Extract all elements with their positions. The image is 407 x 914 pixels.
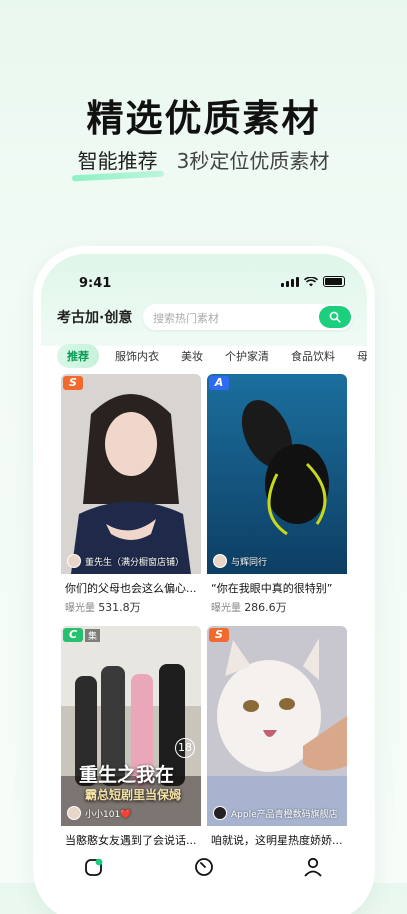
card-stat: 曝光量 531.8万 (65, 599, 141, 615)
search-bar[interactable]: 搜索热门素材 (143, 304, 353, 330)
search-icon (329, 311, 341, 323)
profile-icon[interactable] (302, 856, 324, 878)
phone-mockup: 9:41 考古加·创意 搜索热门素材 推荐 服饰内衣 美妆 个护家清 食品饮料 … (41, 254, 367, 914)
wifi-icon (304, 276, 318, 286)
search-button[interactable] (319, 306, 351, 328)
card-stat: 曝光量 286.6万 (211, 599, 287, 615)
poster-title: 重生之我在 (79, 764, 175, 786)
search-placeholder[interactable]: 搜索热门素材 (153, 310, 219, 326)
signal-icon (281, 276, 299, 287)
author-name: 与辉同行 (231, 557, 268, 568)
tab-apparel[interactable]: 服饰内衣 (115, 348, 159, 364)
avatar (67, 806, 81, 820)
hero-title: 精选优质素材 (86, 97, 321, 140)
card-title[interactable]: 当憨憨女友遇到了会说话... (65, 832, 199, 848)
avatar (67, 554, 81, 568)
card-author: 董先生（满分橱窗店铺） (67, 554, 184, 568)
avatar (213, 806, 227, 820)
hero-subtitle: 智能推荐 3秒定位优质素材 (0, 145, 407, 174)
card-author: Apple产品青橙数码旗舰店 (213, 806, 338, 820)
tab-food[interactable]: 食品饮料 (291, 348, 335, 364)
card-title[interactable]: 你们的父母也会这么偏心... (65, 580, 199, 596)
cat-image (207, 626, 347, 826)
bottom-nav (41, 848, 367, 914)
tab-recommend[interactable]: 推荐 (57, 344, 99, 368)
phone-header-bg (41, 254, 367, 346)
card-author: 与辉同行 (213, 554, 267, 568)
card-thumbnail[interactable]: A 与辉同行 (207, 374, 347, 574)
hero-subtitle-highlight: 智能推荐 (77, 149, 158, 173)
home-icon[interactable] (84, 856, 106, 878)
tab-baby[interactable]: 母婴 (357, 348, 367, 364)
tab-beauty[interactable]: 美妆 (181, 348, 203, 364)
woman-portrait-image (61, 374, 201, 574)
grade-badge: S (63, 376, 83, 390)
avatar (213, 554, 227, 568)
card-thumbnail[interactable]: S Apple产品青橙数码旗舰店 (207, 626, 347, 826)
category-tabs: 推荐 服饰内衣 美妆 个护家清 食品饮料 母婴 (57, 344, 367, 368)
app-bar: 考古加·创意 搜索热门素材 (57, 304, 353, 330)
author-name: 小小101❤️ (85, 809, 132, 820)
status-icons (281, 276, 345, 287)
stat-label: 曝光量 (211, 603, 241, 614)
card-title[interactable]: 咱就说，这明星热度娇娇... (211, 832, 345, 848)
grade-badge: C (63, 628, 83, 642)
stat-value: 286.6万 (244, 601, 287, 614)
stat-value: 531.8万 (98, 601, 141, 614)
status-time: 9:41 (79, 276, 112, 291)
card-title[interactable]: “你在我眼中真的很特别” (211, 580, 345, 596)
grade-badge: S (209, 628, 229, 642)
poster-subtitle: 霸总短剧里当保姆 (85, 788, 182, 802)
grade-badge: A (209, 376, 229, 390)
diver-image (207, 374, 347, 574)
battery-icon (323, 276, 345, 287)
content-card[interactable]: S Apple产品青橙数码旗舰店 咱就说，这明星热度娇娇... (207, 626, 347, 871)
card-thumbnail[interactable]: C 集 18 重生之我在 霸总短剧里当保姆 小小101❤️ (61, 626, 201, 826)
hero-subtitle-rest: 3秒定位优质素材 (176, 149, 330, 173)
card-author: 小小101❤️ (67, 806, 131, 820)
content-card[interactable]: A 与辉同行 “你在我眼中真的很特别” 曝光量 286.6万 (207, 374, 347, 619)
content-card[interactable]: C 集 18 重生之我在 霸总短剧里当保姆 小小101❤️ 当憨憨女友遇到了会说… (61, 626, 201, 871)
card-thumbnail[interactable]: S 董先生（满分橱窗店铺） (61, 374, 201, 574)
discover-icon[interactable] (193, 856, 215, 878)
stat-label: 曝光量 (65, 603, 95, 614)
app-logo: 考古加·创意 (57, 310, 133, 326)
tab-personal-care[interactable]: 个护家清 (225, 348, 269, 364)
episode-number: 18 (175, 738, 195, 758)
author-name: 董先生（满分橱窗店铺） (85, 557, 185, 568)
series-tag: 集 (85, 629, 101, 642)
content-card[interactable]: S 董先生（满分橱窗店铺） 你们的父母也会这么偏心... 曝光量 531.8万 (61, 374, 201, 619)
author-name: Apple产品青橙数码旗舰店 (231, 809, 338, 820)
